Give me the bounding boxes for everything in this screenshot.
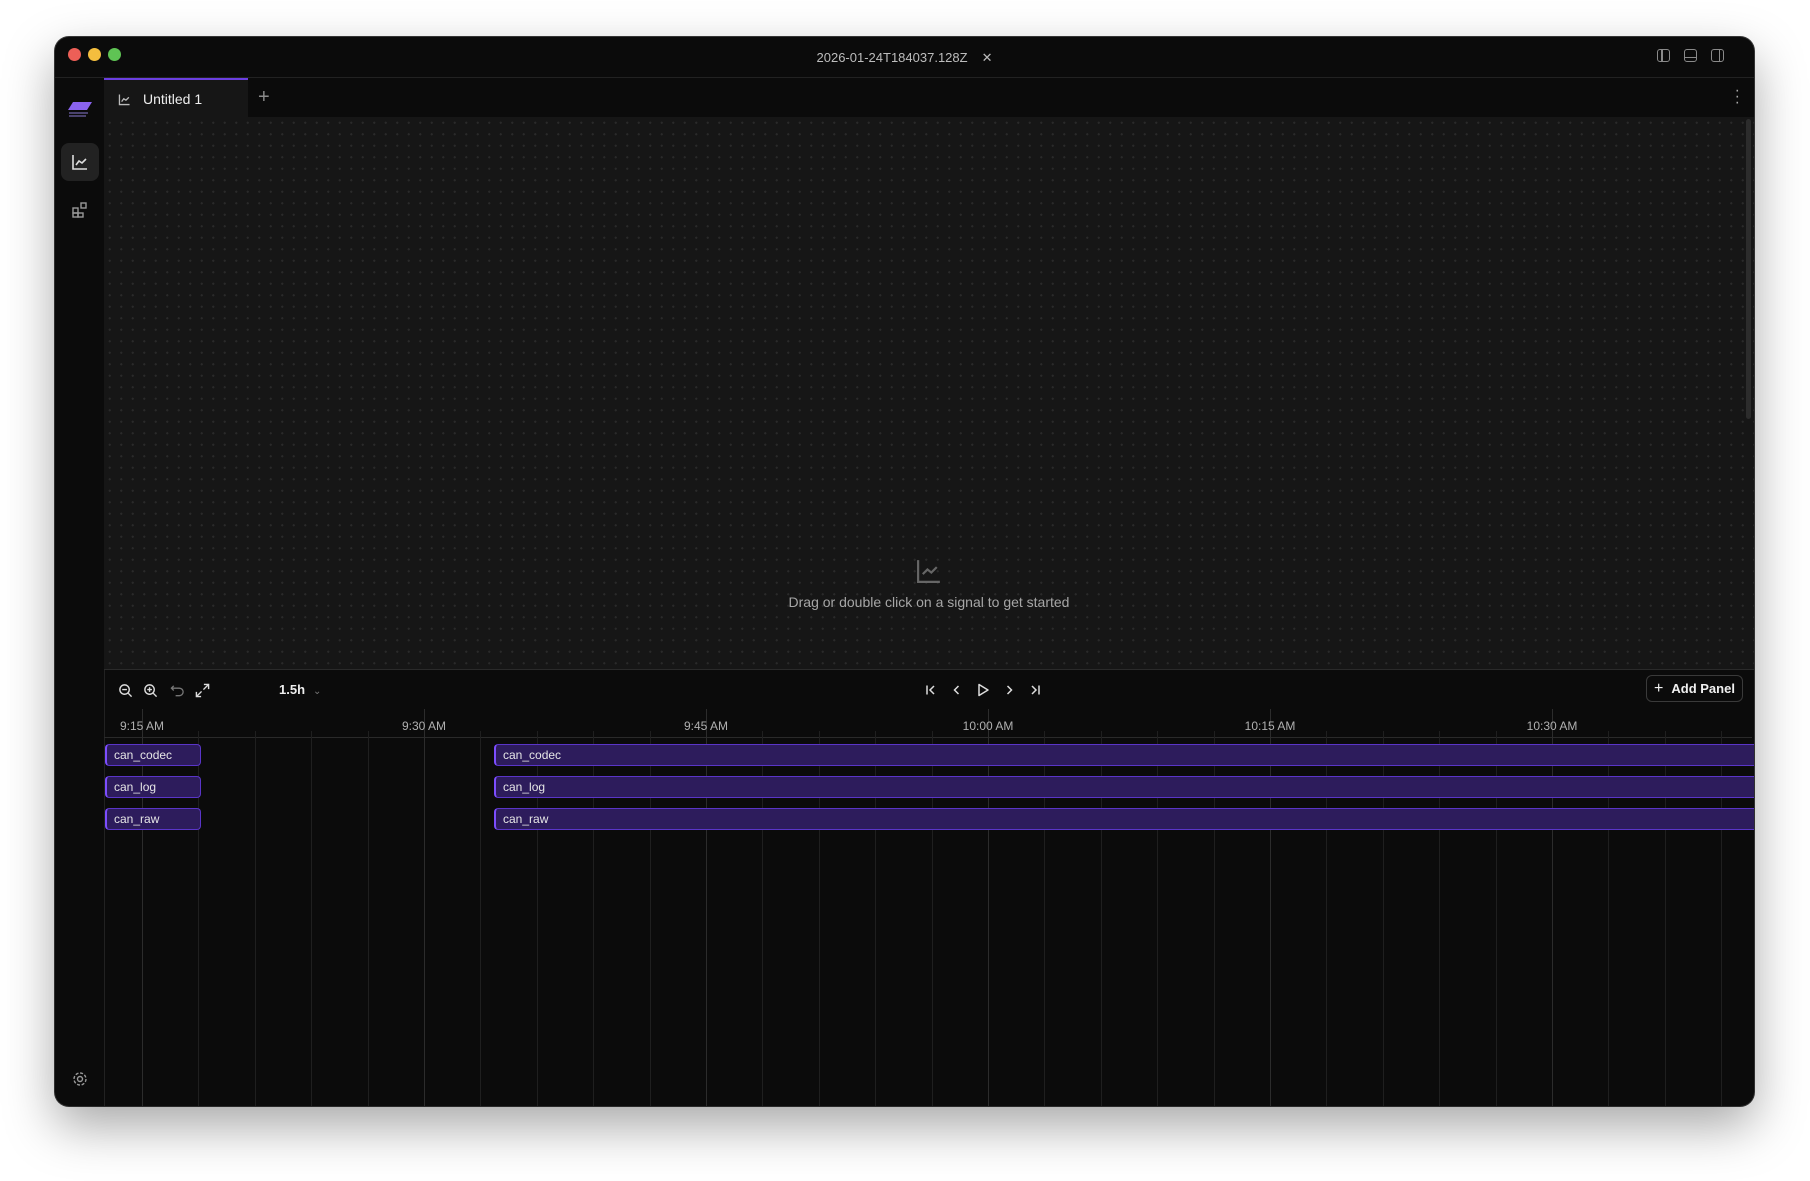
line-chart-icon	[71, 153, 89, 171]
major-gridline	[1270, 709, 1271, 1106]
skip-start-icon	[925, 684, 937, 696]
undo-button[interactable]	[167, 680, 187, 700]
close-icon[interactable]: ✕	[982, 50, 993, 66]
minor-gridline	[255, 731, 256, 1106]
add-panel-button[interactable]: + Add Panel	[1646, 675, 1743, 702]
toggle-left-panel-icon[interactable]	[1657, 49, 1670, 62]
skip-end-icon	[1029, 684, 1041, 696]
time-range-value: 1.5h	[279, 682, 305, 697]
zoom-out-button[interactable]	[115, 680, 135, 700]
data-range-bar[interactable]: can_codec	[494, 744, 1754, 766]
minor-gridline	[480, 731, 481, 1106]
sidebar	[55, 78, 105, 1106]
tick-label: 9:15 AM	[120, 719, 164, 733]
data-range-bar[interactable]: can_log	[105, 776, 201, 798]
data-range-bar[interactable]: can_raw	[105, 808, 201, 830]
major-gridline	[424, 709, 425, 1106]
data-range-bar[interactable]: can_log	[494, 776, 1754, 798]
sidebar-item-plots[interactable]	[61, 143, 99, 181]
step-back-button[interactable]	[947, 680, 967, 700]
line-chart-icon	[118, 93, 131, 106]
sidebar-item-blocks[interactable]	[61, 191, 99, 229]
empty-state-message: Drag or double click on a signal to get …	[104, 594, 1754, 610]
more-options-icon[interactable]: ···	[1735, 88, 1740, 106]
major-gridline	[142, 709, 143, 1106]
skip-to-end-button[interactable]	[1025, 680, 1045, 700]
undo-icon	[170, 683, 185, 698]
add-panel-label: Add Panel	[1671, 681, 1735, 696]
zoom-out-icon	[118, 683, 133, 698]
line-chart-icon	[915, 557, 943, 585]
tick-label: 9:45 AM	[684, 719, 728, 733]
timeline-axis	[104, 737, 1752, 738]
toggle-bottom-panel-icon[interactable]	[1684, 49, 1697, 62]
tab-label: Untitled 1	[143, 91, 202, 107]
chevron-left-icon	[951, 684, 963, 696]
minor-gridline	[368, 731, 369, 1106]
toggle-right-panel-icon[interactable]	[1711, 49, 1724, 62]
minor-gridline	[311, 731, 312, 1106]
fit-button[interactable]	[192, 680, 212, 700]
window-title: 2026-01-24T184037.128Z	[817, 50, 968, 65]
chevron-down-icon: ⌄	[313, 686, 321, 697]
expand-icon	[195, 683, 210, 698]
gear-icon	[71, 1070, 89, 1088]
app-window: 2026-01-24T184037.128Z ✕ Untitled 1 + ···	[55, 37, 1754, 1106]
tab-bar: Untitled 1 + ···	[104, 78, 1754, 118]
tick-label: 10:15 AM	[1245, 719, 1296, 733]
major-gridline	[988, 709, 989, 1106]
data-range-bar[interactable]: can_codec	[105, 744, 201, 766]
timeline-toolbar: 1.5h ⌄ + Add Panel	[104, 673, 1754, 707]
skip-to-start-button[interactable]	[921, 680, 941, 700]
tick-label: 10:00 AM	[963, 719, 1014, 733]
tab-untitled-1[interactable]: Untitled 1	[104, 78, 248, 118]
play-button[interactable]	[973, 680, 993, 700]
settings-button[interactable]	[61, 1060, 99, 1098]
empty-state: Drag or double click on a signal to get …	[104, 557, 1754, 610]
timeline[interactable]: 9:15 AM 9:30 AM 9:45 AM 10:00 AM 10:15 AM 10:…	[104, 709, 1752, 1106]
zoom-in-button[interactable]	[140, 680, 160, 700]
play-icon	[976, 683, 990, 697]
tick-label: 10:30 AM	[1527, 719, 1578, 733]
title-bar: 2026-01-24T184037.128Z ✕	[55, 37, 1754, 78]
time-range-select[interactable]: 1.5h ⌄	[279, 682, 321, 697]
plot-canvas[interactable]: Drag or double click on a signal to get …	[104, 117, 1754, 670]
data-range-bar[interactable]: can_raw	[494, 808, 1754, 830]
app-logo-icon	[61, 90, 99, 128]
zoom-in-icon	[143, 683, 158, 698]
scrollbar[interactable]	[1746, 119, 1751, 419]
chevron-right-icon	[1003, 684, 1015, 696]
add-tab-button[interactable]: +	[258, 86, 270, 109]
major-gridline	[1552, 709, 1553, 1106]
major-gridline	[706, 709, 707, 1106]
plus-icon: +	[1654, 680, 1663, 698]
tick-label: 9:30 AM	[402, 719, 446, 733]
step-forward-button[interactable]	[999, 680, 1019, 700]
blocks-icon	[71, 201, 89, 219]
